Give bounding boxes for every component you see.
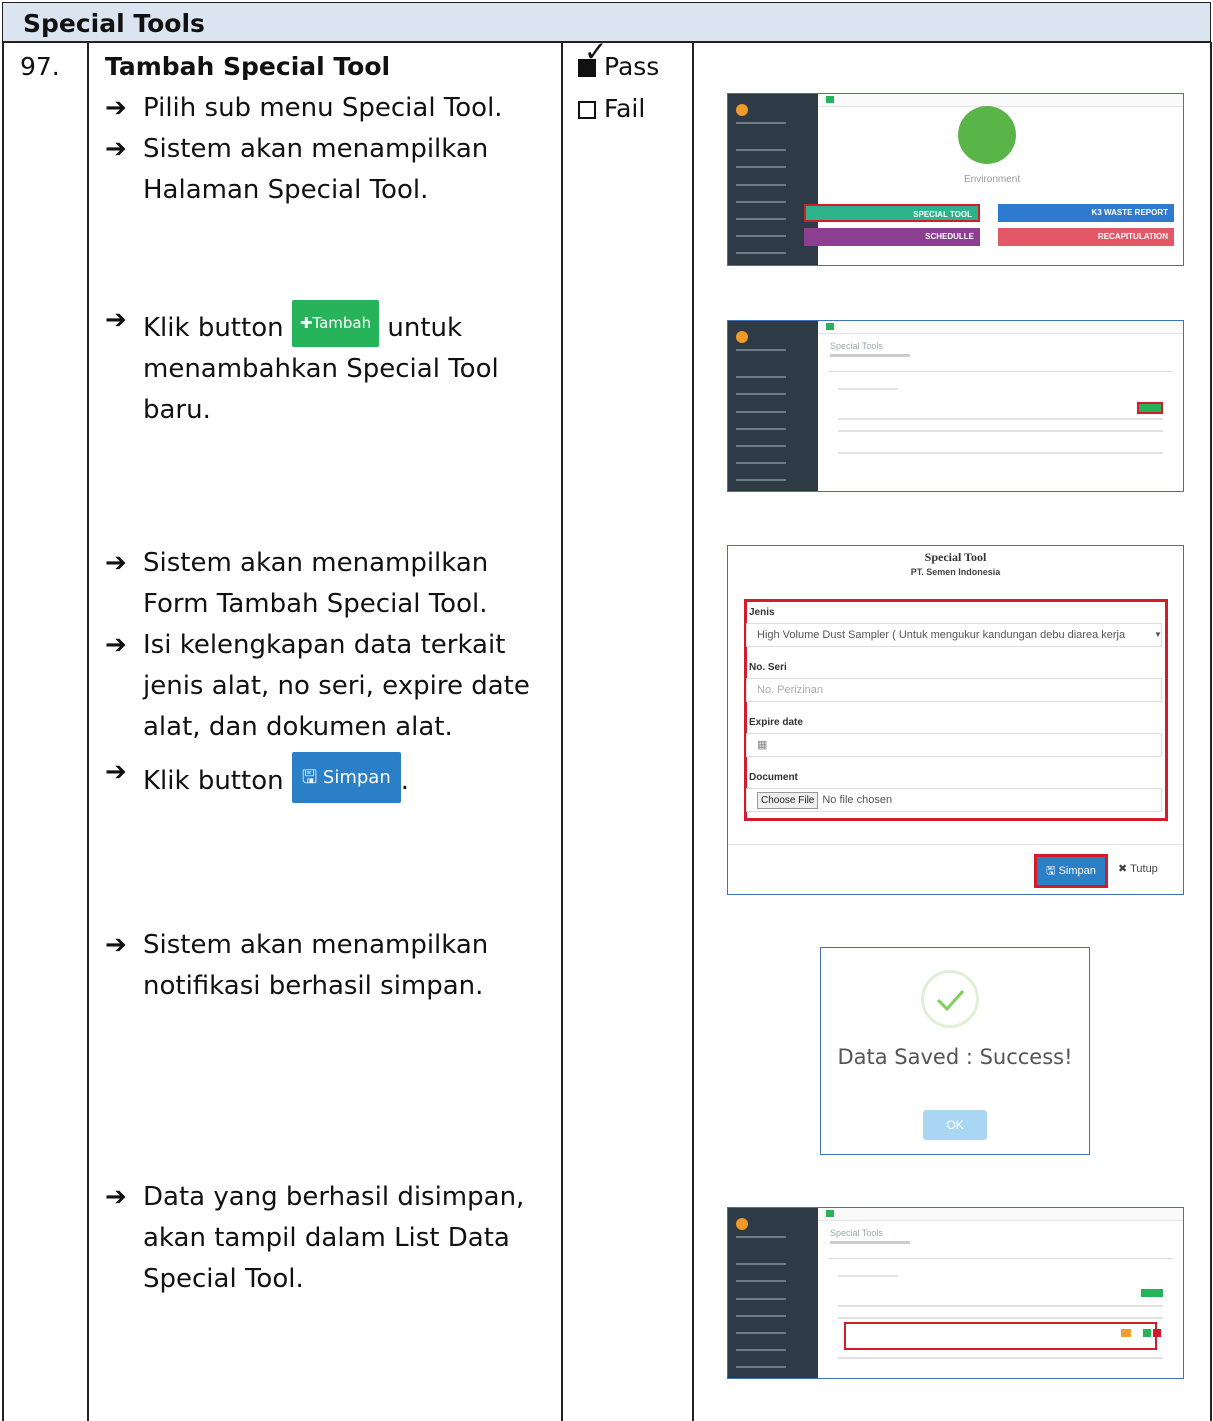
view-button[interactable] bbox=[1143, 1329, 1151, 1337]
breadcrumb bbox=[830, 1241, 910, 1244]
arrow-icon: ➔ bbox=[105, 1182, 127, 1212]
close-button[interactable]: ✖ Tutup bbox=[1118, 862, 1158, 875]
column-border bbox=[1210, 42, 1212, 1421]
sidebar bbox=[728, 1208, 818, 1378]
empty-box-icon bbox=[578, 101, 596, 119]
screenshot-special-tools-list-filled: Special Tools bbox=[727, 1207, 1184, 1379]
screenshot-success-dialog: Data Saved : Success! OK bbox=[820, 947, 1090, 1155]
document-file-input[interactable]: Choose File No file chosen bbox=[746, 788, 1162, 812]
step-4: ➔ Sistem akan menampilkan Form Tambah Sp… bbox=[105, 543, 488, 625]
arrow-icon: ➔ bbox=[105, 93, 127, 123]
ok-button[interactable]: OK bbox=[923, 1110, 987, 1140]
success-message: Data Saved : Success! bbox=[837, 1045, 1073, 1069]
close-icon: ✖ bbox=[1118, 863, 1128, 875]
arrow-icon: ➔ bbox=[105, 930, 127, 960]
tambah-button-image: ✚Tambah bbox=[291, 300, 380, 347]
save-button[interactable]: 🖫 Simpan bbox=[1034, 854, 1108, 888]
k3-waste-report-tile[interactable]: K3 WASTE REPORT bbox=[998, 204, 1174, 222]
calendar-icon: ▦ bbox=[757, 739, 768, 751]
success-check-icon bbox=[921, 970, 979, 1028]
column-border bbox=[87, 42, 89, 1421]
simpan-button-image: 🖫 Simpan bbox=[291, 752, 401, 803]
arrow-icon: ➔ bbox=[105, 548, 127, 578]
arrow-icon: ➔ bbox=[105, 757, 127, 787]
arrow-icon: ➔ bbox=[105, 305, 127, 335]
breadcrumb bbox=[830, 354, 910, 357]
column-border bbox=[2, 42, 4, 1421]
screenshot-special-tool-form: Special Tool PT. Semen Indonesia Jenis H… bbox=[727, 545, 1184, 895]
test-number: 97. bbox=[20, 52, 60, 81]
edit-button[interactable] bbox=[1121, 1329, 1131, 1337]
screenshot-special-tools-list: Special Tools bbox=[727, 320, 1184, 492]
screenshot-environment-menu: Environment SPECIAL TOOL K3 WASTE REPORT… bbox=[727, 93, 1184, 266]
column-border bbox=[692, 42, 694, 1421]
table-row bbox=[844, 1322, 1157, 1350]
sidebar bbox=[728, 321, 818, 491]
no-seri-input[interactable]: No. Perizinan bbox=[746, 678, 1162, 702]
recycle-icon bbox=[958, 106, 1016, 164]
fail-checkbox[interactable]: Fail bbox=[578, 94, 645, 123]
step-3: ➔ Klik button ✚Tambah untuk menambahkan … bbox=[105, 300, 499, 431]
step-8: ➔ Data yang berhasil disimpan, akan tamp… bbox=[105, 1177, 524, 1300]
step-5: ➔ Isi kelengkapan data terkait jenis ala… bbox=[105, 625, 530, 748]
pass-checkbox[interactable]: ✓ Pass bbox=[578, 35, 659, 81]
jenis-select[interactable]: High Volume Dust Sampler ( Untuk menguku… bbox=[746, 623, 1162, 647]
step-6: ➔ Klik button 🖫 Simpan. bbox=[105, 752, 409, 803]
special-tool-tile[interactable]: SPECIAL TOOL bbox=[804, 204, 980, 222]
test-title: Tambah Special Tool bbox=[105, 52, 391, 81]
tambah-button[interactable] bbox=[1141, 1289, 1163, 1297]
checkmark-icon: ✓ bbox=[584, 35, 608, 68]
step-7: ➔ Sistem akan menampilkan notifikasi ber… bbox=[105, 925, 488, 1007]
dropdown-arrow-icon: ▼ bbox=[1154, 630, 1162, 639]
expire-date-input[interactable]: ▦ bbox=[746, 733, 1162, 757]
tambah-button[interactable] bbox=[1137, 402, 1163, 414]
recapitulation-tile[interactable]: RECAPITULATION bbox=[998, 228, 1174, 246]
step-1: ➔ Pilih sub menu Special Tool. bbox=[105, 88, 503, 129]
schedulle-tile[interactable]: SCHEDULLE bbox=[804, 228, 980, 246]
arrow-icon: ➔ bbox=[105, 630, 127, 660]
avatar bbox=[736, 104, 748, 116]
delete-button[interactable] bbox=[1153, 1329, 1161, 1337]
arrow-icon: ➔ bbox=[105, 134, 127, 164]
column-border bbox=[561, 42, 563, 1421]
step-2: ➔ Sistem akan menampilkan Halaman Specia… bbox=[105, 129, 488, 211]
checked-box-icon: ✓ bbox=[578, 35, 607, 77]
section-title: Special Tools bbox=[23, 9, 205, 38]
